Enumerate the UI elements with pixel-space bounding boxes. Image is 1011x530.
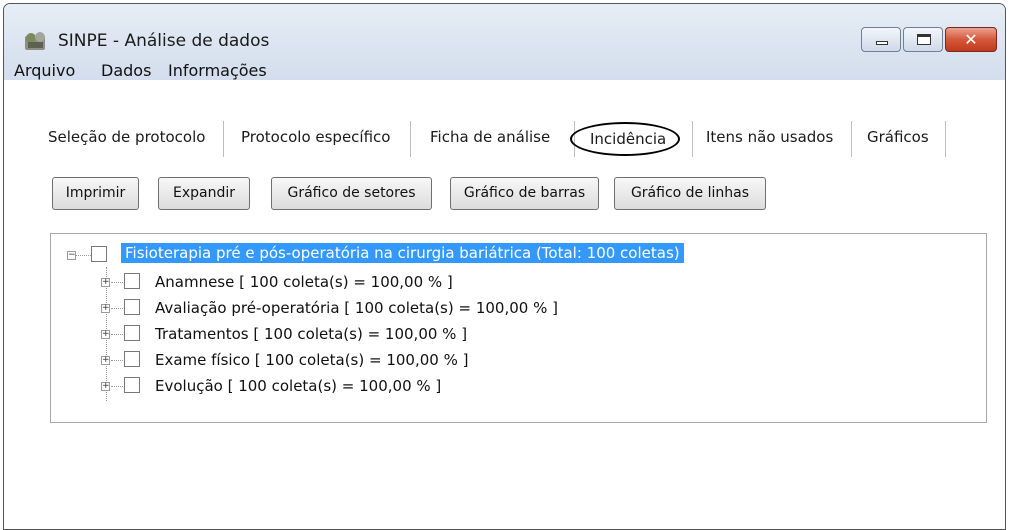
expand-icon[interactable]: + [101, 330, 110, 339]
tree-connector [111, 386, 123, 387]
tab-itens-nao-usados[interactable]: Itens não usados [706, 128, 833, 146]
tree-node-label: Tratamentos [ 100 coleta(s) = 100,00 % ] [155, 325, 468, 343]
tree-node-label: Evolução [ 100 coleta(s) = 100,00 % ] [155, 377, 442, 395]
close-icon: ✕ [964, 30, 978, 49]
menu-arquivo[interactable]: Arquivo [14, 61, 75, 80]
tab-divider [851, 121, 852, 157]
incidence-tree[interactable]: − Fisioterapia pré e pós-operatória na c… [50, 233, 987, 423]
tab-protocolo-especifico[interactable]: Protocolo específico [241, 128, 390, 146]
title-bar: SINPE - Análise de dados ✕ [4, 4, 1005, 80]
node-checkbox[interactable] [124, 273, 140, 289]
tree-connector [111, 360, 123, 361]
tree-connector [111, 282, 123, 283]
expand-button[interactable]: Expandir [158, 177, 250, 210]
close-button[interactable]: ✕ [945, 27, 997, 52]
pie-chart-button[interactable]: Gráfico de setores [271, 177, 432, 210]
minimize-icon [876, 41, 888, 45]
menu-dados[interactable]: Dados [101, 61, 151, 80]
expand-icon[interactable]: + [101, 278, 110, 287]
tree-node-exame-fisico[interactable]: + Exame físico [ 100 coleta(s) = 100,00 … [51, 351, 981, 373]
bar-chart-button[interactable]: Gráfico de barras [450, 177, 599, 210]
tree-root-label: Fisioterapia pré e pós-operatória na cir… [121, 243, 684, 263]
tab-ficha-analise[interactable]: Ficha de análise [430, 128, 550, 146]
tree-node-avaliacao-pre-operatoria[interactable]: + Avaliação pré-operatória [ 100 coleta(… [51, 299, 981, 321]
tree-node-evolucao[interactable]: + Evolução [ 100 coleta(s) = 100,00 % ] [51, 377, 981, 399]
minimize-button[interactable] [861, 27, 901, 52]
root-checkbox[interactable] [91, 246, 107, 262]
tree-node-tratamentos[interactable]: + Tratamentos [ 100 coleta(s) = 100,00 %… [51, 325, 981, 347]
tab-highlight-circle [570, 122, 680, 156]
tree-node-anamnese[interactable]: + Anamnese [ 100 coleta(s) = 100,00 % ] [51, 273, 981, 295]
node-checkbox[interactable] [124, 325, 140, 341]
node-checkbox[interactable] [124, 299, 140, 315]
tab-graficos[interactable]: Gráficos [867, 128, 929, 146]
tab-divider [410, 121, 411, 157]
node-checkbox[interactable] [124, 377, 140, 393]
print-button[interactable]: Imprimir [52, 177, 139, 210]
tree-connector [111, 308, 123, 309]
tab-selecao-protocolo[interactable]: Seleção de protocolo [48, 128, 205, 146]
maximize-icon [917, 34, 931, 45]
maximize-button[interactable] [903, 27, 943, 52]
app-icon [25, 32, 45, 50]
window-title: SINPE - Análise de dados [58, 31, 270, 51]
tab-divider [692, 121, 693, 157]
tree-node-label: Avaliação pré-operatória [ 100 coleta(s)… [155, 299, 558, 317]
expand-icon[interactable]: + [101, 382, 110, 391]
tree-node-label: Anamnese [ 100 coleta(s) = 100,00 % ] [155, 273, 453, 291]
tree-node-label: Exame físico [ 100 coleta(s) = 100,00 % … [155, 351, 469, 369]
collapse-icon[interactable]: − [67, 251, 76, 260]
line-chart-button[interactable]: Gráfico de linhas [614, 177, 766, 210]
tree-root-node[interactable]: − Fisioterapia pré e pós-operatória na c… [51, 243, 981, 266]
expand-icon[interactable]: + [101, 304, 110, 313]
node-checkbox[interactable] [124, 351, 140, 367]
tree-connector [111, 334, 123, 335]
menu-informacoes[interactable]: Informações [168, 61, 267, 80]
tab-divider [945, 121, 946, 157]
tab-divider [223, 121, 224, 157]
expand-icon[interactable]: + [101, 356, 110, 365]
